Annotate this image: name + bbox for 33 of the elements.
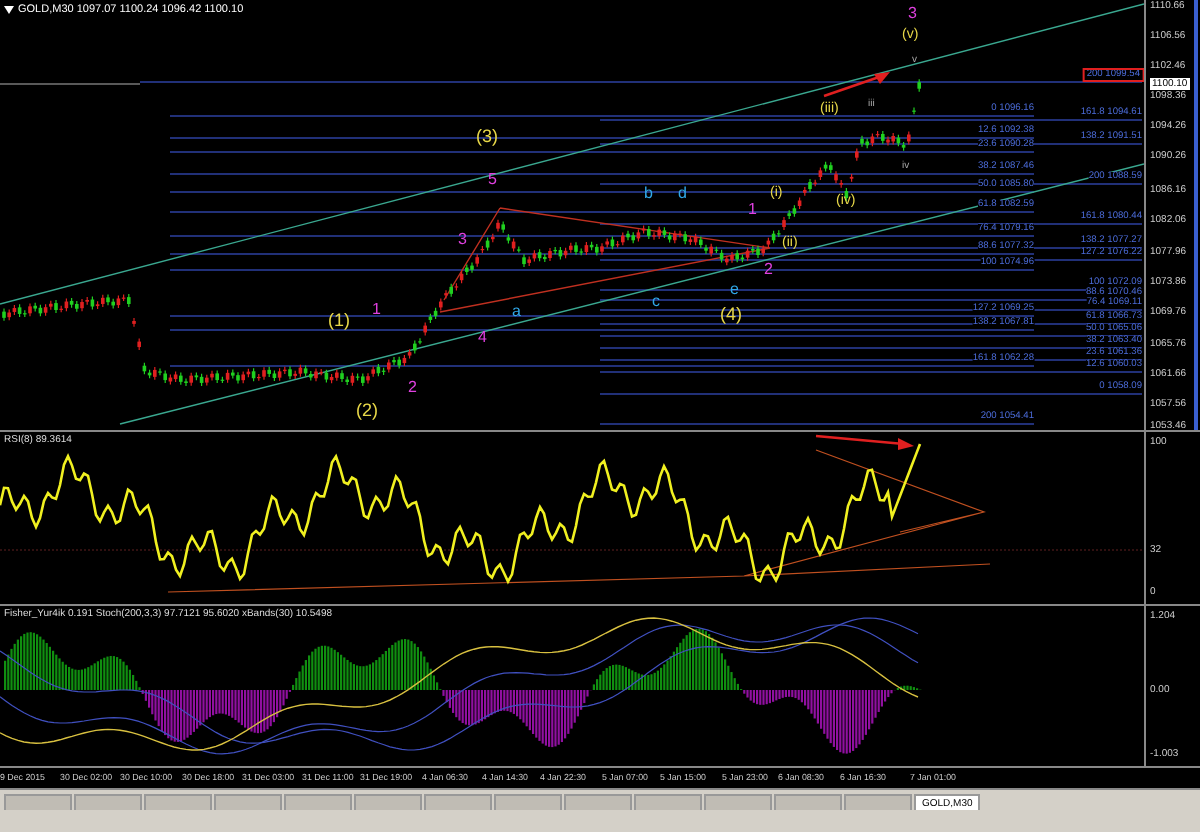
arrow-icon: [823, 72, 890, 98]
tab[interactable]: [494, 794, 562, 810]
wave-label: c: [652, 294, 660, 310]
tab[interactable]: [774, 794, 842, 810]
wave-label: 3: [908, 6, 917, 22]
tab[interactable]: [424, 794, 492, 810]
wave-label: e: [730, 282, 739, 298]
wave-label: a: [512, 304, 521, 320]
dropdown-icon[interactable]: [4, 6, 14, 14]
arrow-icon: [815, 434, 914, 450]
wave-label: 3: [458, 232, 467, 248]
tab[interactable]: [144, 794, 212, 810]
wave-label: (3): [476, 128, 498, 146]
tab[interactable]: [284, 794, 352, 810]
tab[interactable]: [704, 794, 772, 810]
wave-label: 5: [488, 172, 497, 188]
wave-label: 2: [408, 380, 417, 396]
wave-label: d: [678, 186, 687, 202]
tab[interactable]: [354, 794, 422, 810]
tab[interactable]: [634, 794, 702, 810]
wave-label: 1: [748, 202, 757, 218]
tab[interactable]: [564, 794, 632, 810]
wave-label: 1: [372, 302, 381, 318]
tab[interactable]: [4, 794, 72, 810]
tab[interactable]: [844, 794, 912, 810]
wave-label: 2: [764, 262, 773, 278]
wave-label: 4: [478, 330, 487, 346]
tab[interactable]: [74, 794, 142, 810]
tab[interactable]: [214, 794, 282, 810]
wave-label: (2): [356, 402, 378, 420]
wave-label: b: [644, 186, 653, 202]
wave-label: (1): [328, 312, 350, 330]
wave-label: (4): [720, 306, 742, 324]
